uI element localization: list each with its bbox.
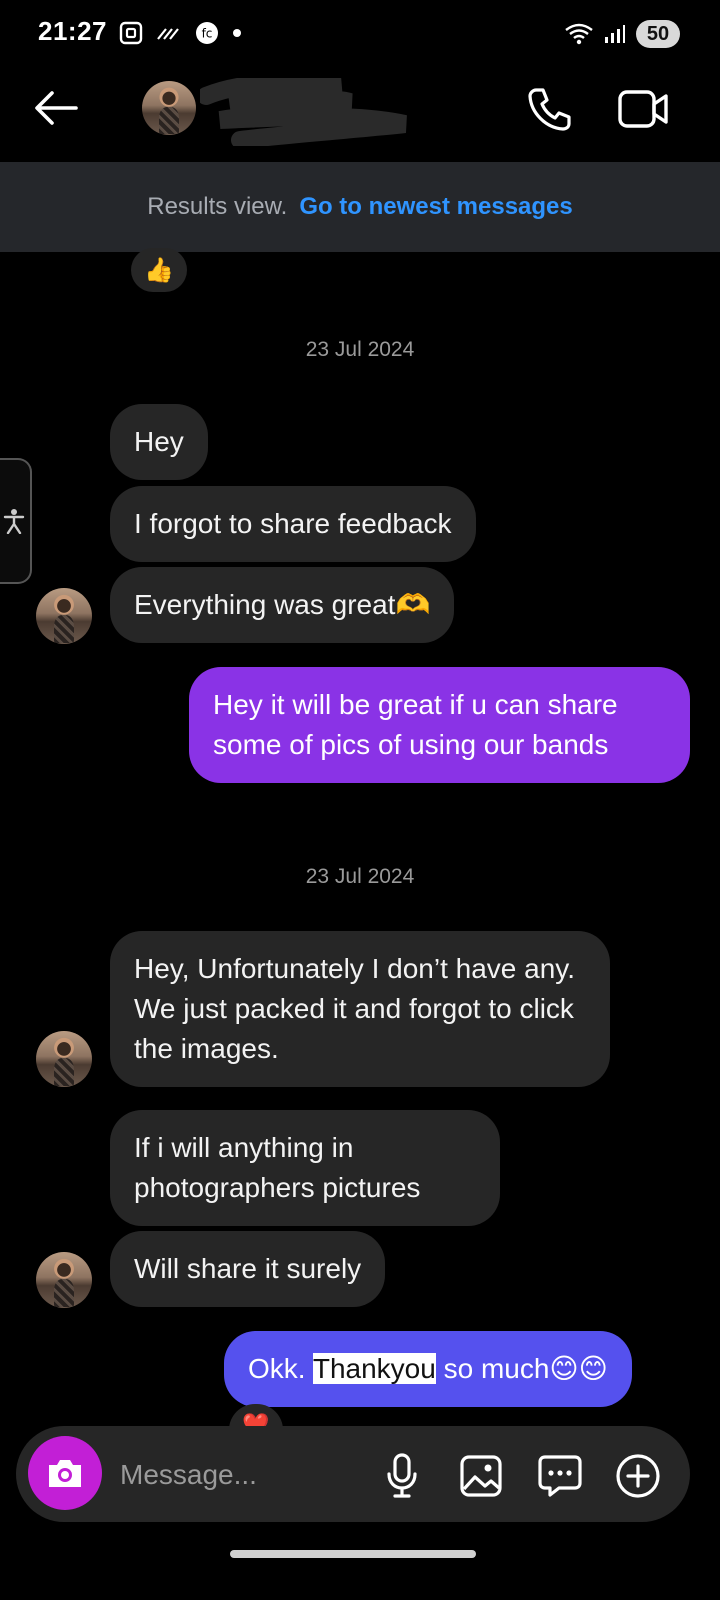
microphone-icon	[387, 1453, 417, 1498]
accessibility-icon	[3, 509, 25, 534]
wifi-icon	[565, 23, 593, 45]
outgoing-message[interactable]: Hey it will be great if u can share some…	[189, 667, 690, 783]
incoming-message[interactable]: I forgot to share feedback	[110, 486, 476, 562]
status-icons-left: fc	[118, 18, 242, 48]
image-icon	[460, 1455, 502, 1497]
message-input[interactable]	[118, 1450, 372, 1500]
incoming-message[interactable]: Everything was great🫶	[110, 567, 455, 643]
back-button[interactable]	[30, 86, 82, 130]
thumbs-up-reaction[interactable]: 👍	[131, 248, 187, 292]
camera-button[interactable]	[28, 1436, 102, 1510]
video-camera-icon	[618, 90, 668, 128]
selected-text[interactable]: Thankyou	[312, 1353, 436, 1384]
status-icons-right: 50	[564, 18, 680, 50]
wave-icon	[157, 28, 179, 40]
phone-icon	[528, 88, 571, 131]
incoming-message[interactable]: Hey	[110, 404, 208, 480]
status-time: 21:27	[38, 16, 107, 46]
screen-record-icon	[119, 21, 143, 45]
results-view-banner: Results view. Go to newest messages	[0, 162, 720, 252]
chat-bubble-icon	[538, 1455, 582, 1497]
dot-icon	[233, 29, 241, 37]
fc-icon: fc	[196, 22, 218, 44]
contact-avatar[interactable]	[142, 81, 196, 135]
home-indicator[interactable]	[230, 1550, 476, 1558]
battery-indicator: 50	[636, 20, 680, 48]
incoming-message[interactable]: If i will anything in photographers pict…	[110, 1110, 500, 1226]
results-view-label: Results view.	[147, 193, 288, 220]
sender-avatar[interactable]	[36, 1031, 92, 1087]
voice-call-button[interactable]	[524, 84, 574, 134]
add-button[interactable]	[614, 1452, 662, 1500]
plus-circle-icon	[616, 1454, 660, 1498]
incoming-message[interactable]: Hey, Unfortunately I don’t have any. We …	[110, 931, 610, 1087]
sender-avatar[interactable]	[36, 1252, 92, 1308]
message-text: so much😊😊	[435, 1353, 608, 1384]
accessibility-handle[interactable]	[0, 458, 32, 584]
microphone-button[interactable]	[378, 1452, 426, 1500]
camera-icon	[49, 1460, 81, 1487]
svg-text:fc: fc	[202, 27, 213, 41]
gallery-button[interactable]	[457, 1452, 505, 1500]
sticker-button[interactable]	[536, 1452, 584, 1500]
sender-avatar[interactable]	[36, 588, 92, 644]
go-to-newest-link[interactable]: Go to newest messages	[299, 193, 572, 221]
signal-icon	[605, 25, 625, 43]
date-separator: 23 Jul 2024	[305, 865, 415, 888]
incoming-message[interactable]: Will share it surely	[110, 1231, 386, 1307]
back-arrow-icon	[35, 91, 78, 125]
date-separator: 23 Jul 2024	[305, 338, 415, 361]
contact-name-redacted[interactable]	[197, 73, 416, 149]
message-text: Okk.	[248, 1353, 313, 1384]
outgoing-message[interactable]: Okk. Thankyou so much😊😊	[224, 1331, 632, 1407]
video-call-button[interactable]	[616, 84, 672, 134]
